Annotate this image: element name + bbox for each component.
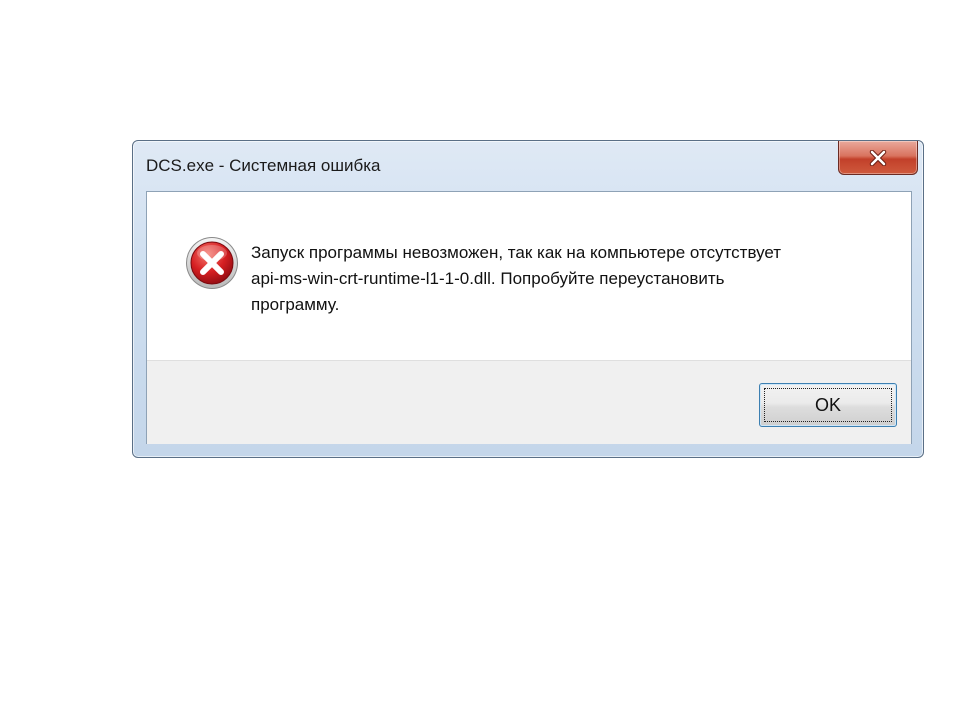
close-button[interactable] [838,141,918,175]
dialog-content: Запуск программы невозможен, так как на … [146,191,912,444]
error-icon [186,237,238,289]
message-line: api-ms-win-crt-runtime-l1-1-0.dll. Попро… [251,269,725,288]
close-icon [869,150,887,166]
page: DCS.exe - Системная ошибка Запуск програ… [0,0,960,720]
window-title: DCS.exe - Системная ошибка [146,156,381,175]
message-area: Запуск программы невозможен, так как на … [147,192,911,360]
ok-button-label: OK [814,395,841,415]
button-bar: OK [147,360,911,444]
title-bar[interactable]: DCS.exe - Системная ошибка [133,141,923,191]
error-message: Запуск программы невозможен, так как на … [251,240,891,318]
system-error-dialog: DCS.exe - Системная ошибка Запуск програ… [132,140,924,458]
message-line: Запуск программы невозможен, так как на … [251,243,782,262]
ok-button[interactable]: OK [759,383,897,427]
message-line: программу. [251,295,340,314]
